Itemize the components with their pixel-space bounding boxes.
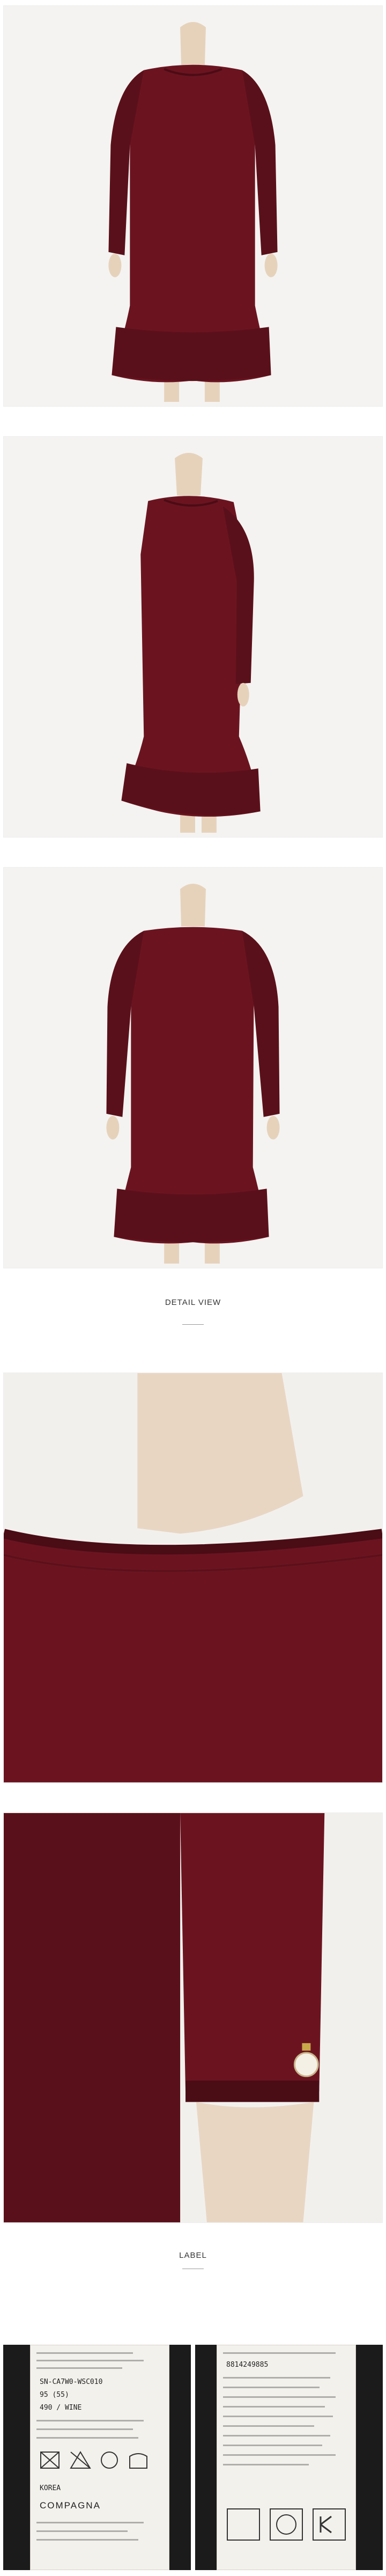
dress-side-illustration [4,437,382,837]
care-label-tag-left: SN-CA7W0-WSC010 95 (55) 490 / WINE COMPA… [30,2345,169,2570]
product-photo-side [3,436,383,838]
label-size: 95 (55) [40,2391,69,2399]
product-photo-front [3,5,383,407]
dress-back-illustration [4,868,382,1268]
product-photo-back [3,867,383,1268]
detail-view-title: DETAIL VIEW [165,1298,221,1307]
sleeve-illustration [4,1813,382,2222]
care-label-tag-right: 8814249885 [217,2345,356,2570]
detail-photo-neckline [3,1373,383,1783]
label-color: 490 / WINE [40,2404,82,2412]
label-barcode-digits: 8814249885 [226,2361,269,2369]
care-label-photo-right: 8814249885 [195,2345,383,2570]
care-label-photo-left: SN-CA7W0-WSC010 95 (55) 490 / WINE COMPA… [3,2345,191,2570]
dress-front-illustration [4,6,382,406]
detail-photo-sleeve [3,1812,383,2223]
label-style-code: SN-CA7W0-WSC010 [40,2378,103,2386]
detail-view-divider [182,1324,204,1325]
label-title: LABEL [179,2251,207,2260]
care-symbols-icon [40,2451,147,2469]
certification-marks-icon [227,2508,346,2541]
label-origin: KOREA [40,2484,61,2492]
neckline-illustration [4,1373,382,1782]
label-brand: COMPAGNA [40,2500,101,2511]
